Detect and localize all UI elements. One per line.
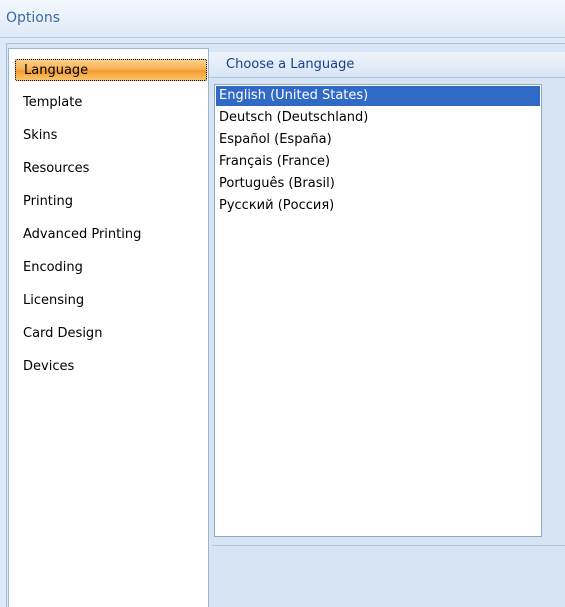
nav-item-card-design[interactable]: Card Design [15, 323, 207, 345]
language-item-spanish[interactable]: Español (España) [216, 130, 540, 150]
language-item-german[interactable]: Deutsch (Deutschland) [216, 108, 540, 128]
options-nav-list[interactable]: Language Template Skins Resources Printi… [8, 48, 209, 607]
nav-item-encoding[interactable]: Encoding [15, 257, 207, 279]
window-title: Options [6, 10, 61, 26]
language-list[interactable]: English (United States) Deutsch (Deutsch… [214, 84, 542, 537]
nav-item-resources[interactable]: Resources [15, 158, 207, 180]
nav-item-template[interactable]: Template [15, 92, 207, 114]
nav-item-printing[interactable]: Printing [15, 191, 207, 213]
nav-item-devices[interactable]: Devices [15, 356, 207, 378]
language-item-english[interactable]: English (United States) [216, 86, 540, 106]
panel-divider [212, 545, 565, 546]
language-panel-title: Choose a Language [226, 57, 355, 72]
nav-item-advanced-printing[interactable]: Advanced Printing [15, 224, 207, 246]
language-item-portuguese[interactable]: Português (Brasil) [216, 174, 540, 194]
nav-item-licensing[interactable]: Licensing [15, 290, 207, 312]
nav-item-language[interactable]: Language [15, 59, 207, 81]
nav-item-skins[interactable]: Skins [15, 125, 207, 147]
language-item-russian[interactable]: Русский (Россия) [216, 196, 540, 216]
language-panel-header: Choose a Language [209, 52, 565, 78]
window-titlebar: Options [0, 0, 565, 38]
language-item-french[interactable]: Français (France) [216, 152, 540, 172]
